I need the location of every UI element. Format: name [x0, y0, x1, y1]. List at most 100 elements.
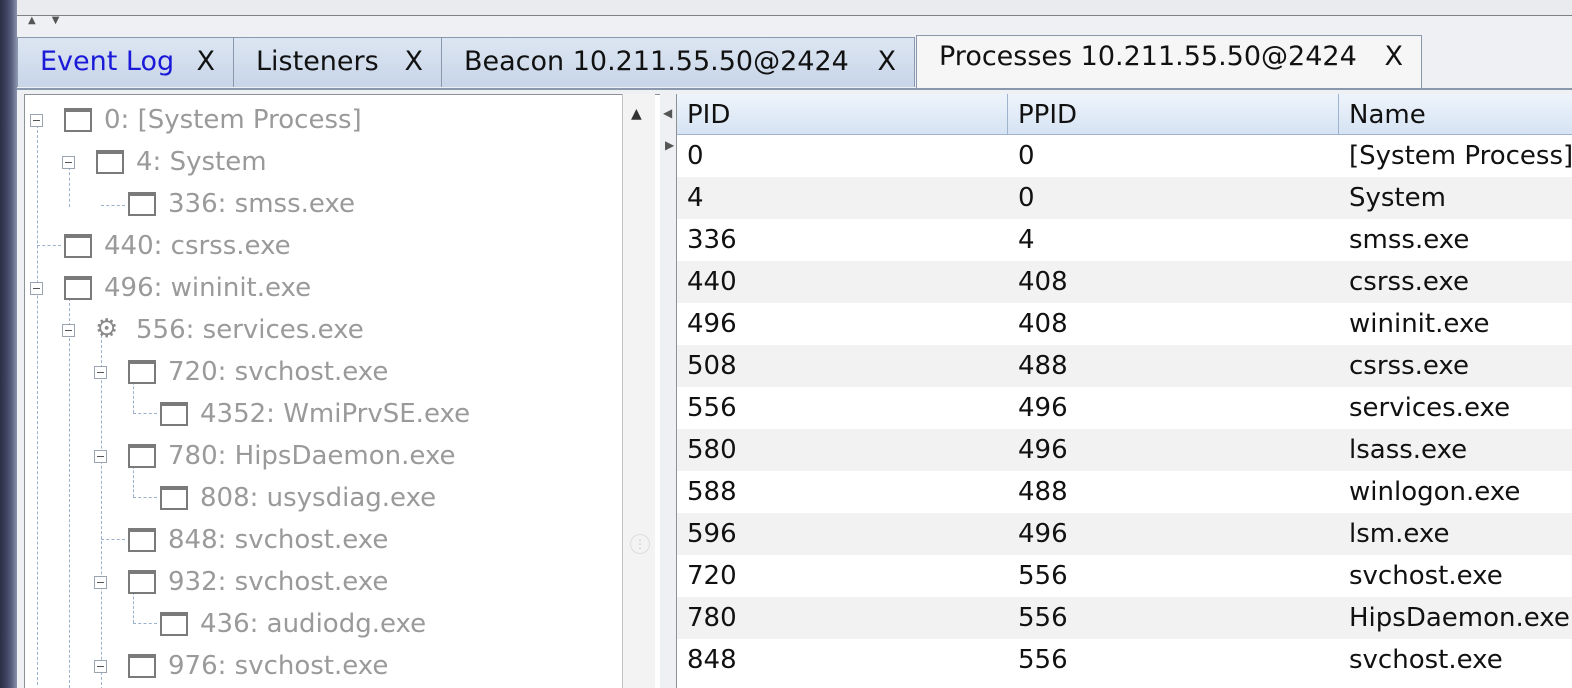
tree-connector: [133, 413, 157, 414]
tree-connector: [133, 497, 157, 498]
collapse-down-icon[interactable]: ▼: [52, 15, 60, 26]
process-tree[interactable]: 0: [System Process] 4: System 336: smss.…: [24, 94, 660, 688]
tree-node-label: 976: svchost.exe: [168, 651, 389, 681]
ppid-cell: 408: [1018, 309, 1068, 339]
pane-splitter[interactable]: ◀ ▶: [660, 94, 676, 688]
name-cell: services.exe: [1349, 393, 1511, 423]
scroll-thumb-grip-icon[interactable]: ⋮: [630, 534, 650, 554]
tab-event-log[interactable]: Event Log X: [17, 37, 234, 87]
collapse-right-icon[interactable]: ▶: [665, 138, 674, 152]
collapse-toggle[interactable]: [30, 114, 43, 127]
pid-cell: 720: [687, 561, 737, 591]
pid-cell: 496: [687, 309, 737, 339]
collapse-toggle[interactable]: [94, 576, 107, 589]
window-icon: [128, 444, 156, 468]
close-tab-button[interactable]: X: [197, 38, 216, 86]
close-tab-button[interactable]: X: [878, 38, 897, 86]
ppid-cell: 556: [1018, 645, 1068, 675]
process-table[interactable]: PID PPID Name 0 0 [System Process] 4 0 System…: [676, 94, 1572, 688]
collapse-up-icon[interactable]: ▲: [28, 15, 36, 26]
tree-connector: [69, 293, 70, 688]
name-cell: svchost.exe: [1349, 561, 1503, 591]
tree-node-label: 436: audiodg.exe: [200, 609, 427, 639]
split-arrows[interactable]: ▲ ▼: [28, 15, 75, 27]
collapse-left-icon[interactable]: ◀: [663, 106, 672, 120]
ppid-cell: 0: [1018, 183, 1035, 213]
window-icon: [64, 276, 92, 300]
collapse-toggle[interactable]: [94, 366, 107, 379]
tree-connector: [101, 539, 125, 540]
tab-bar: Event Log X Listeners X Beacon 10.211.55…: [17, 35, 1572, 89]
tree-scrollbar[interactable]: ▲ ⋮: [622, 94, 655, 688]
ppid-cell: 488: [1018, 351, 1068, 381]
collapse-toggle[interactable]: [94, 450, 107, 463]
close-tab-button[interactable]: X: [405, 38, 424, 86]
close-tab-button[interactable]: X: [1385, 33, 1404, 81]
tree-node-label: 0: [System Process]: [104, 105, 362, 135]
tree-node-label: 556: services.exe: [136, 315, 364, 345]
ppid-cell: 496: [1018, 393, 1068, 423]
table-row[interactable]: 0 0 [System Process]: [677, 135, 1572, 177]
column-header-name[interactable]: Name: [1339, 94, 1572, 134]
tree-connector: [133, 623, 157, 624]
tree-node-label: 4: System: [136, 147, 267, 177]
name-cell: [System Process]: [1349, 141, 1572, 171]
tab-label: Listeners: [256, 46, 379, 77]
tree-connector: [101, 335, 102, 688]
top-split-pane[interactable]: [17, 0, 1572, 16]
table-row[interactable]: 508 488 csrss.exe: [677, 345, 1572, 387]
table-row[interactable]: 440 408 csrss.exe: [677, 261, 1572, 303]
collapse-toggle[interactable]: [94, 660, 107, 673]
tree-node-label: 932: svchost.exe: [168, 567, 389, 597]
tree-connector: [101, 205, 125, 206]
tree-node-label: 848: svchost.exe: [168, 525, 389, 555]
table-row[interactable]: 720 556 svchost.exe: [677, 555, 1572, 597]
table-row[interactable]: 336 4 smss.exe: [677, 219, 1572, 261]
tree-node-label: 496: wininit.exe: [104, 273, 312, 303]
table-row[interactable]: 556 496 services.exe: [677, 387, 1572, 429]
table-row[interactable]: 596 496 lsm.exe: [677, 513, 1572, 555]
desktop-edge: [0, 0, 17, 688]
name-cell: lsass.exe: [1349, 435, 1468, 465]
collapse-toggle[interactable]: [62, 156, 75, 169]
tree-connector: [69, 167, 70, 207]
tab-listeners[interactable]: Listeners X: [233, 37, 442, 87]
ppid-cell: 488: [1018, 477, 1068, 507]
name-cell: wininit.exe: [1349, 309, 1490, 339]
window-icon: [160, 486, 188, 510]
collapse-toggle[interactable]: [62, 324, 75, 337]
window-icon: [160, 402, 188, 426]
tab-label: Processes 10.211.55.50@2424: [939, 41, 1357, 72]
scroll-up-icon[interactable]: ▲: [631, 106, 642, 122]
pid-cell: 0: [687, 141, 704, 171]
ppid-cell: 496: [1018, 435, 1068, 465]
tab-label: Beacon 10.211.55.50@2424: [464, 46, 849, 77]
pid-cell: 580: [687, 435, 737, 465]
pid-cell: 4: [687, 183, 704, 213]
column-header-ppid[interactable]: PPID: [1008, 94, 1339, 134]
column-header-pid[interactable]: PID: [677, 94, 1008, 134]
tree-connector: [37, 125, 38, 685]
ppid-cell: 408: [1018, 267, 1068, 297]
table-row[interactable]: 780 556 HipsDaemon.exe: [677, 597, 1572, 639]
table-row[interactable]: 496 408 wininit.exe: [677, 303, 1572, 345]
ppid-cell: 4: [1018, 225, 1035, 255]
window-icon: [128, 360, 156, 384]
table-row[interactable]: 848 556 svchost.exe: [677, 639, 1572, 681]
pid-cell: 508: [687, 351, 737, 381]
window-icon: [96, 150, 124, 174]
tree-node-label: 808: usysdiag.exe: [200, 483, 437, 513]
table-row[interactable]: 4 0 System: [677, 177, 1572, 219]
name-cell: winlogon.exe: [1349, 477, 1521, 507]
tab-beacon[interactable]: Beacon 10.211.55.50@2424 X: [441, 37, 915, 87]
window-icon: [128, 528, 156, 552]
table-row[interactable]: 588 488 winlogon.exe: [677, 471, 1572, 513]
tree-connector: [37, 245, 61, 246]
table-header: PID PPID Name: [677, 94, 1572, 135]
pid-cell: 780: [687, 603, 737, 633]
table-row[interactable]: 580 496 lsass.exe: [677, 429, 1572, 471]
name-cell: csrss.exe: [1349, 351, 1470, 381]
collapse-toggle[interactable]: [30, 282, 43, 295]
tab-processes[interactable]: Processes 10.211.55.50@2424 X: [916, 35, 1422, 89]
name-cell: csrss.exe: [1349, 267, 1470, 297]
